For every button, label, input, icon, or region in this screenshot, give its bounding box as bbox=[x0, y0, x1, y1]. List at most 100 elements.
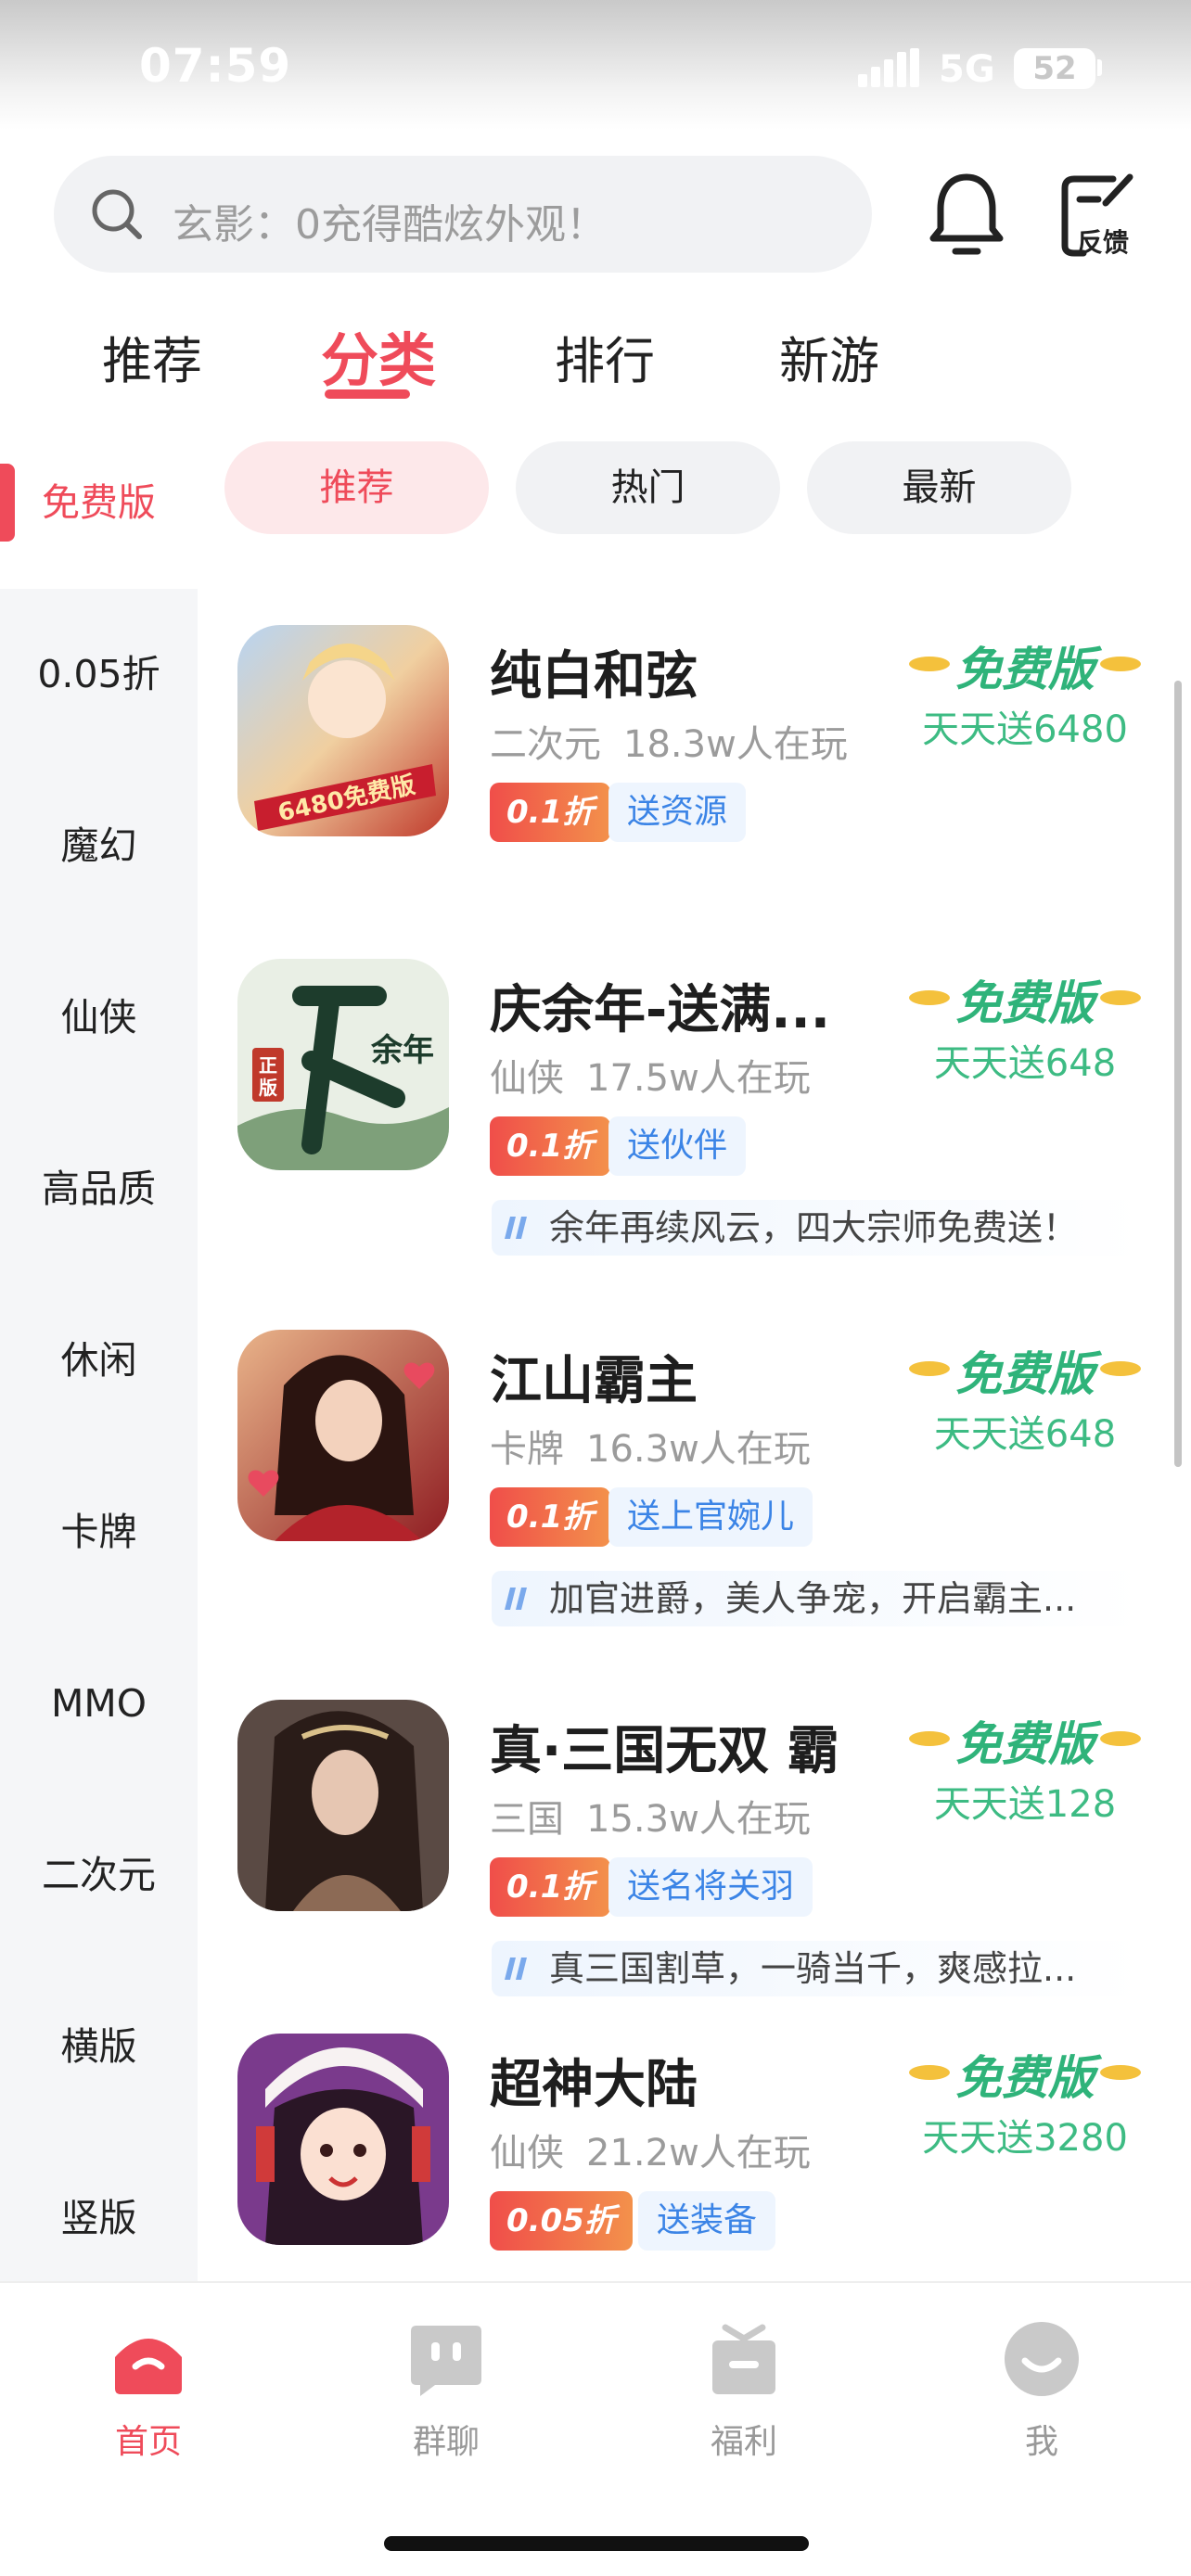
bell-icon[interactable] bbox=[928, 172, 1005, 257]
game-name: 庆余年-送满... bbox=[490, 980, 831, 1040]
discount-badge: 0.1折 bbox=[490, 1487, 611, 1547]
search-input[interactable]: 玄影：0充得酷炫外观！ bbox=[54, 156, 872, 273]
free-badge-label: 免费版 bbox=[955, 2051, 1095, 2105]
game-genre: 三国 bbox=[490, 1798, 564, 1841]
nav-item-welfare[interactable]: 福利 bbox=[651, 2320, 837, 2463]
nav-item-chat[interactable]: 群聊 bbox=[353, 2320, 539, 2463]
svg-text:版: 版 bbox=[259, 1077, 277, 1099]
network-type: 5G bbox=[939, 48, 995, 91]
game-players: 21.2w人在玩 bbox=[586, 2132, 811, 2174]
sidebar-item-high-quality[interactable]: 高品质 bbox=[0, 1103, 198, 1275]
game-card[interactable]: 超神大陆 仙侠 21.2w人在玩 0.05折 送装备 免费版 天天送3280 bbox=[223, 2034, 1159, 2275]
game-players: 15.3w人在玩 bbox=[586, 1798, 811, 1841]
search-icon bbox=[92, 189, 142, 239]
sidebar-item-horizontal[interactable]: 横版 bbox=[0, 1961, 198, 2133]
feedback-label: 反馈 bbox=[1077, 227, 1130, 258]
free-badge: 免费版 bbox=[909, 2041, 1141, 2106]
game-card[interactable]: 正 版 余年 庆余年-送满... 仙侠 17.5w人在玩 0.1折 送伙伴 免费版… bbox=[223, 959, 1159, 1274]
game-genre: 仙侠 bbox=[490, 1057, 564, 1100]
home-icon bbox=[115, 2339, 182, 2394]
sidebar-item-mmo[interactable]: MMO bbox=[0, 1618, 198, 1790]
sidebar-item-fantasy[interactable]: 魔幻 bbox=[0, 760, 198, 932]
active-tab-indicator bbox=[325, 389, 410, 399]
sidebar-item-anime[interactable]: 二次元 bbox=[0, 1790, 198, 1961]
tab-category[interactable]: 分类 bbox=[321, 313, 436, 397]
gift-tag: 送名将关羽 bbox=[608, 1857, 813, 1917]
subtab-recommend[interactable]: 推荐 bbox=[224, 441, 489, 534]
game-card[interactable]: 江山霸主 卡牌 16.3w人在玩 0.1折 送上官婉儿 免费版 天天送648 加官… bbox=[223, 1330, 1159, 1645]
game-players: 16.3w人在玩 bbox=[586, 1428, 811, 1471]
game-icon[interactable] bbox=[237, 1330, 449, 1541]
quote-icon bbox=[505, 1217, 527, 1239]
status-bar: 07:59 5G 52 bbox=[0, 0, 1191, 130]
game-name: 江山霸主 bbox=[490, 1351, 698, 1411]
battery-tip bbox=[1097, 59, 1102, 76]
svg-text:正: 正 bbox=[259, 1054, 277, 1077]
tagline-text: 加官进爵，美人争宠，开启霸主... bbox=[549, 1578, 1077, 1619]
game-name: 真·三国无双 霸 bbox=[490, 1721, 839, 1781]
sidebar-item-card[interactable]: 卡牌 bbox=[0, 1447, 198, 1618]
status-time: 07:59 bbox=[139, 39, 292, 93]
gift-icon bbox=[712, 2324, 775, 2394]
free-badge: 免费版 bbox=[909, 966, 1141, 1031]
daily-gift: 天天送128 bbox=[933, 1783, 1117, 1826]
daily-gift: 天天送648 bbox=[933, 1042, 1117, 1085]
signal-icon bbox=[858, 48, 919, 87]
game-icon[interactable] bbox=[237, 2034, 449, 2245]
profile-icon bbox=[1005, 2322, 1079, 2396]
daily-gift: 天天送648 bbox=[933, 1413, 1117, 1456]
nav-item-me[interactable]: 我 bbox=[949, 2320, 1134, 2463]
game-card[interactable]: 真·三国无双 霸 三国 15.3w人在玩 0.1折 送名将关羽 免费版 天天送12… bbox=[223, 1700, 1159, 2015]
game-icon[interactable] bbox=[237, 1700, 449, 1911]
gift-tag: 送装备 bbox=[638, 2191, 776, 2251]
game-card[interactable]: 6480免费版 纯白和弦 二次元 18.3w人在玩 0.1折 送资源 免费版 天天… bbox=[223, 625, 1159, 922]
game-name: 超神大陆 bbox=[490, 2055, 698, 2115]
game-genre: 卡牌 bbox=[490, 1428, 564, 1471]
icon-logo-text: 余年 bbox=[370, 1032, 434, 1069]
subtab-hot[interactable]: 热门 bbox=[516, 441, 780, 534]
gift-tag: 送上官婉儿 bbox=[608, 1487, 813, 1547]
game-players: 17.5w人在玩 bbox=[586, 1057, 811, 1100]
category-sidebar: 免费版 0.05折 魔幻 仙侠 高品质 休闲 卡牌 MMO 二次元 横版 竖版 bbox=[0, 417, 198, 2281]
sidebar-item-free[interactable]: 免费版 bbox=[0, 417, 198, 589]
discount-badge: 0.1折 bbox=[490, 783, 611, 842]
daily-gift: 天天送3280 bbox=[922, 2117, 1128, 2160]
sidebar-item-vertical[interactable]: 竖版 bbox=[0, 2133, 198, 2304]
battery-icon: 52 bbox=[1014, 48, 1095, 89]
home-indicator[interactable] bbox=[384, 2536, 809, 2551]
free-badge-label: 免费版 bbox=[955, 643, 1095, 696]
game-meta: 仙侠 21.2w人在玩 bbox=[490, 2123, 811, 2176]
game-players: 18.3w人在玩 bbox=[623, 723, 848, 766]
game-icon[interactable]: 正 版 余年 bbox=[237, 959, 449, 1170]
sidebar-item-xianxia[interactable]: 仙侠 bbox=[0, 932, 198, 1103]
tab-recommend[interactable]: 推荐 bbox=[102, 320, 202, 393]
free-badge: 免费版 bbox=[909, 632, 1141, 697]
sidebar-active-marker bbox=[0, 464, 15, 542]
tagline-text: 真三国割草，一骑当千，爽感拉... bbox=[549, 1948, 1077, 1989]
bottom-nav: 首页 群聊 福利 我 bbox=[0, 2281, 1191, 2576]
tab-ranking[interactable]: 排行 bbox=[555, 320, 655, 393]
game-meta: 卡牌 16.3w人在玩 bbox=[490, 1419, 811, 1473]
tagline-text: 余年再续风云，四大宗师免费送！ bbox=[549, 1207, 1079, 1248]
scrollbar[interactable] bbox=[1174, 681, 1182, 1467]
nav-label-me: 我 bbox=[1024, 2423, 1058, 2461]
discount-badge: 0.1折 bbox=[490, 1857, 611, 1917]
quote-icon bbox=[505, 1588, 527, 1610]
sidebar-item-casual[interactable]: 休闲 bbox=[0, 1275, 198, 1447]
game-meta: 仙侠 17.5w人在玩 bbox=[490, 1048, 811, 1102]
sidebar-item-discount[interactable]: 0.05折 bbox=[0, 589, 198, 760]
discount-badge: 0.1折 bbox=[490, 1116, 611, 1176]
subtab-latest[interactable]: 最新 bbox=[807, 441, 1071, 534]
game-icon[interactable]: 6480免费版 bbox=[237, 625, 449, 836]
gift-tag: 送资源 bbox=[608, 783, 747, 842]
tab-new-games[interactable]: 新游 bbox=[779, 320, 879, 393]
free-badge: 免费版 bbox=[909, 1337, 1141, 1402]
free-badge-label: 免费版 bbox=[955, 1347, 1095, 1401]
game-genre: 二次元 bbox=[490, 723, 601, 766]
gift-tag: 送伙伴 bbox=[608, 1116, 747, 1176]
game-name: 纯白和弦 bbox=[490, 646, 698, 707]
daily-gift: 天天送6480 bbox=[922, 708, 1128, 751]
game-tagline: 真三国割草，一骑当千，爽感拉... bbox=[492, 1941, 1141, 1996]
free-badge: 免费版 bbox=[909, 1707, 1141, 1772]
nav-item-home[interactable]: 首页 bbox=[56, 2320, 241, 2463]
